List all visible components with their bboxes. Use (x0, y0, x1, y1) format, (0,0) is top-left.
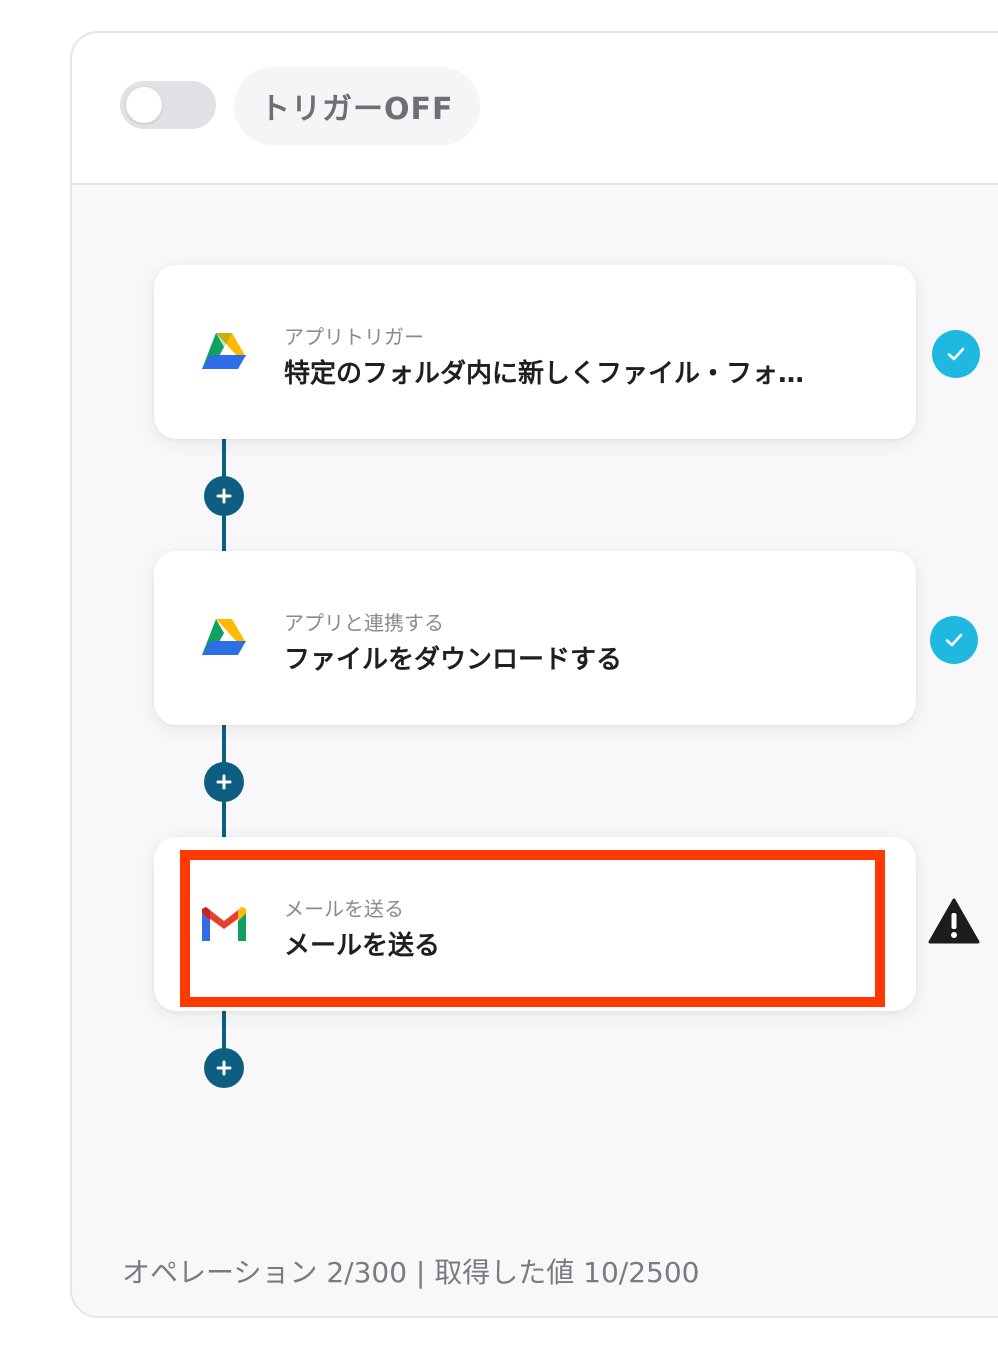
plus-icon (216, 774, 232, 790)
step-subtitle: アプリトリガー (284, 325, 424, 349)
step-complete-badge (930, 616, 978, 664)
plus-icon (216, 1060, 232, 1076)
usage-summary: オペレーション 2/300 | 取得した値 10/2500 (122, 1256, 700, 1289)
trigger-toggle[interactable] (120, 81, 216, 129)
highlight-box (180, 850, 885, 1007)
add-step-button[interactable] (204, 762, 244, 802)
step-title: ファイルをダウンロードする (284, 645, 623, 675)
check-icon (945, 633, 963, 647)
step-subtitle: アプリと連携する (284, 611, 444, 635)
google-drive-icon (202, 333, 246, 369)
toggle-knob (126, 87, 162, 123)
add-step-button[interactable] (204, 476, 244, 516)
plus-icon (216, 488, 232, 504)
flow-step-card[interactable]: アプリと連携する ファイルをダウンロードする (154, 551, 916, 725)
add-step-button[interactable] (204, 1048, 244, 1088)
panel-header: トリガーOFF (72, 33, 998, 185)
connector-line (222, 1011, 226, 1053)
check-icon (947, 347, 965, 361)
warning-icon (928, 898, 980, 944)
flow-panel: トリガーOFF アプリトリガー 特定のフォルダ内に新しくファイル・フォ… アプリ… (70, 31, 998, 1318)
step-title: 特定のフォルダ内に新しくファイル・フォ… (284, 359, 805, 389)
step-complete-badge (932, 330, 980, 378)
trigger-status-label: トリガーOFF (234, 67, 480, 145)
flow-step-card[interactable]: アプリトリガー 特定のフォルダ内に新しくファイル・フォ… (154, 265, 916, 439)
google-drive-icon (202, 619, 246, 655)
